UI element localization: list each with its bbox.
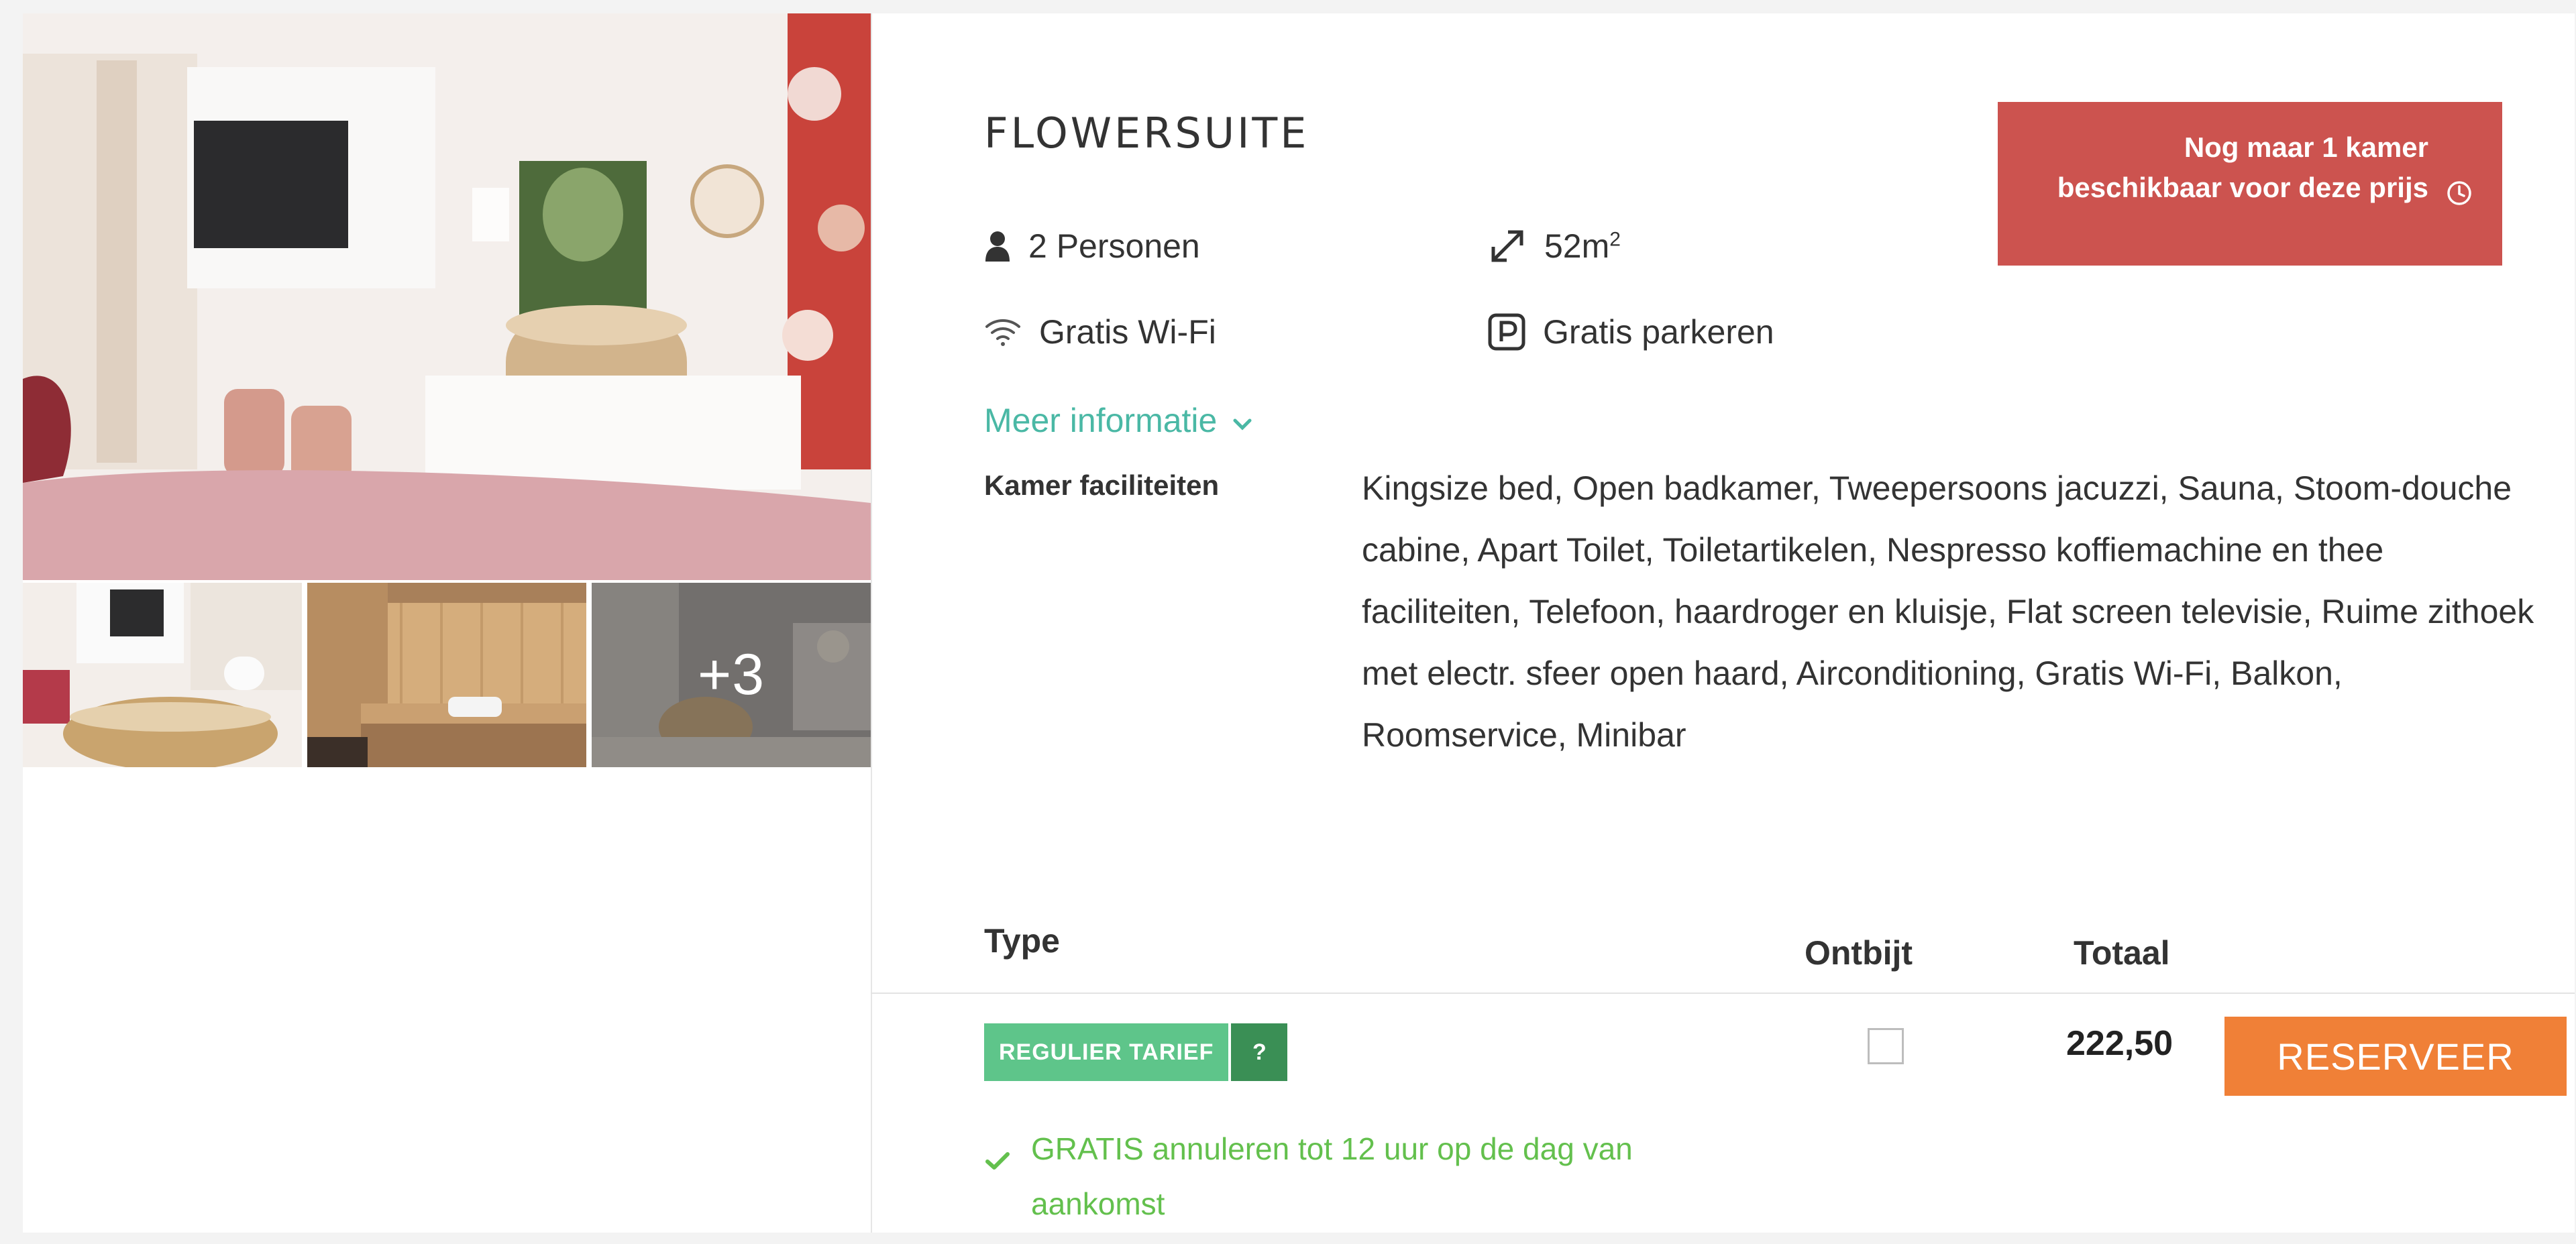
chevron-down-icon xyxy=(1232,401,1253,440)
column-header-total: Totaal xyxy=(2074,934,2170,972)
room-title: FLOWERSUITE xyxy=(984,109,1309,158)
checkmark-icon xyxy=(984,1133,1011,1231)
thumbnail-1-illustration xyxy=(23,583,302,767)
expand-arrows-icon xyxy=(1488,227,1527,266)
room-gallery: +3 xyxy=(23,13,872,1233)
main-room-photo-illustration xyxy=(23,13,871,580)
feature-wifi: Gratis Wi-Fi xyxy=(984,313,1216,351)
facilities-label: Kamer faciliteiten xyxy=(984,469,1220,501)
room-thumbnail-3[interactable]: +3 xyxy=(592,583,871,767)
main-room-photo[interactable] xyxy=(23,13,871,580)
rate-help-button[interactable]: ? xyxy=(1231,1023,1288,1081)
column-header-breakfast: Ontbijt xyxy=(1805,934,1913,972)
facilities-text: Kingsize bed, Open badkamer, Tweepersoon… xyxy=(1362,469,2534,754)
rate-label: REGULIER TARIEF xyxy=(984,1023,1229,1081)
more-photos-count[interactable]: +3 xyxy=(592,642,871,708)
availability-text: Nog maar 1 kamer beschikbaar voor deze p… xyxy=(2057,131,2428,203)
availability-notice: Nog maar 1 kamer beschikbaar voor deze p… xyxy=(1998,102,2502,266)
cancellation-note: GRATIS annuleren tot 12 uur op de dag va… xyxy=(984,1121,1709,1231)
room-info: FLOWERSUITE 2 Personen 52m2 Gratis Wi-Fi… xyxy=(871,13,2575,1233)
more-info-label: Meer informatie xyxy=(984,402,1218,439)
reserve-button[interactable]: RESERVEER xyxy=(2224,1017,2567,1096)
room-thumbnail-1[interactable] xyxy=(23,583,302,767)
parking-icon xyxy=(1488,313,1525,351)
feature-parking: Gratis parkeren xyxy=(1488,313,1774,351)
total-price: 222,50 xyxy=(2066,1024,2174,1063)
person-icon xyxy=(984,231,1011,262)
more-info-toggle[interactable]: Meer informatie xyxy=(984,401,1253,440)
table-divider xyxy=(871,993,2575,994)
parking-text: Gratis parkeren xyxy=(1543,313,1774,351)
thumbnail-2-illustration xyxy=(307,583,586,767)
room-size-text: 52m2 xyxy=(1544,227,1621,265)
wifi-text: Gratis Wi-Fi xyxy=(1039,313,1216,351)
wifi-icon xyxy=(984,317,1022,347)
persons-text: 2 Personen xyxy=(1028,227,1200,265)
breakfast-checkbox[interactable] xyxy=(1868,1028,1904,1064)
rate-badge: REGULIER TARIEF ? xyxy=(984,1023,1288,1081)
room-thumbnail-2[interactable] xyxy=(307,583,586,767)
feature-persons: 2 Personen xyxy=(984,227,1200,266)
clock-icon xyxy=(2446,177,2473,217)
feature-size: 52m2 xyxy=(1488,227,1621,266)
column-header-type: Type xyxy=(984,922,1060,960)
cancellation-text: GRATIS annuleren tot 12 uur op de dag va… xyxy=(1031,1131,1633,1221)
room-card: +3 FLOWERSUITE 2 Personen 52m2 Gratis Wi… xyxy=(23,13,2575,1233)
